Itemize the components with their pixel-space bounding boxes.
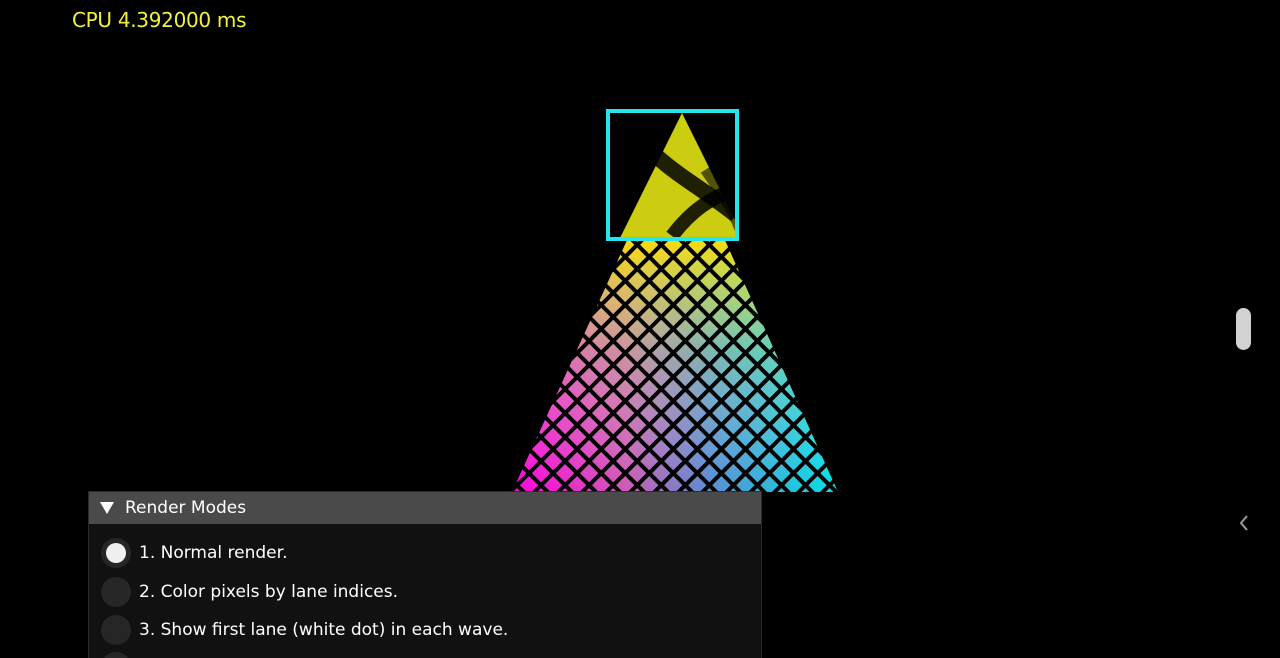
triangle-down-icon bbox=[100, 502, 114, 514]
scrollbar-thumb[interactable] bbox=[1236, 308, 1251, 350]
radio-button[interactable] bbox=[101, 577, 131, 607]
render-mode-label: 3. Show first lane (white dot) in each w… bbox=[139, 620, 509, 640]
cpu-frame-time: CPU 4.392000 ms bbox=[72, 8, 247, 32]
radio-button[interactable] bbox=[101, 615, 131, 645]
render-mode-option-first-lane[interactable]: 3. Show first lane (white dot) in each w… bbox=[101, 613, 508, 647]
zoom-inset bbox=[610, 113, 736, 238]
viewport: CPU 4.392000 ms Render Modes 1. Normal r… bbox=[0, 0, 1280, 658]
radio-selected-dot bbox=[106, 543, 126, 563]
radio-button[interactable] bbox=[101, 538, 131, 568]
render-mode-option-lane-colors[interactable]: 2. Color pixels by lane indices. bbox=[101, 575, 398, 609]
radio-button[interactable] bbox=[101, 652, 131, 658]
render-mode-option-partial[interactable] bbox=[101, 650, 139, 658]
render-mode-label: 1. Normal render. bbox=[139, 543, 288, 563]
render-modes-title: Render Modes bbox=[125, 498, 247, 518]
render-modes-panel: Render Modes 1. Normal render. 2. Color … bbox=[88, 491, 762, 658]
render-modes-header[interactable]: Render Modes bbox=[89, 492, 761, 524]
render-mode-option-normal[interactable]: 1. Normal render. bbox=[101, 536, 287, 570]
rainbow-triangle bbox=[512, 238, 838, 492]
render-mode-label: 2. Color pixels by lane indices. bbox=[139, 582, 399, 602]
chevron-left-icon[interactable] bbox=[1232, 510, 1256, 536]
